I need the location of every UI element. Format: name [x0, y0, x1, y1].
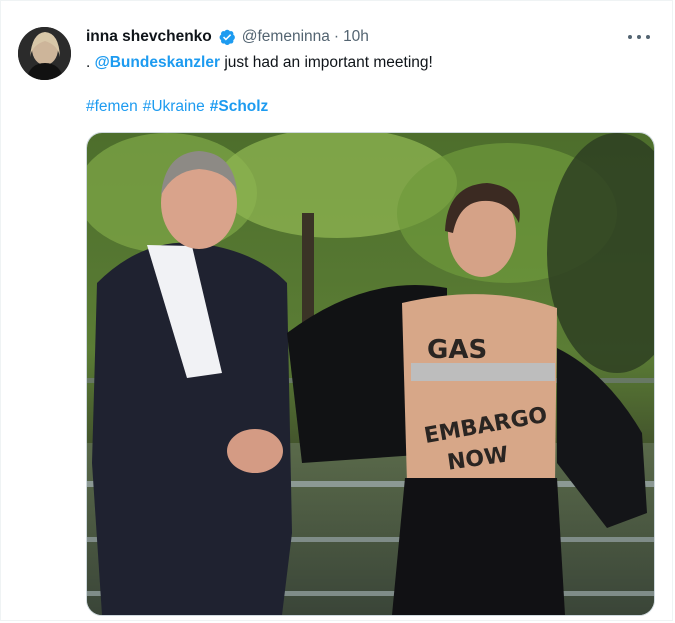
hashtag-femen[interactable]: #femen — [86, 98, 138, 115]
hashtag-scholz[interactable]: #Scholz — [210, 98, 269, 115]
text-body: just had an important meeting! — [224, 54, 433, 71]
tweet-text: . @Bundeskanzler just had an important m… — [86, 53, 433, 73]
user-handle[interactable]: @femeninna — [242, 28, 330, 46]
hashtag-ukraine[interactable]: #Ukraine — [143, 98, 205, 115]
tweet-header: inna shevchenko @femeninna · 10h — [86, 28, 369, 46]
avatar-image — [18, 27, 71, 80]
photo-image: GAS EMBARGO NOW — [87, 133, 654, 615]
body-text-gas: GAS — [427, 335, 487, 365]
tweet-card[interactable]: inna shevchenko @femeninna · 10h . @Bund… — [0, 0, 673, 621]
display-name[interactable]: inna shevchenko — [86, 28, 212, 46]
avatar[interactable] — [18, 27, 71, 80]
tweet-photo[interactable]: GAS EMBARGO NOW — [86, 132, 655, 616]
timestamp[interactable]: 10h — [343, 28, 369, 46]
more-options-icon[interactable] — [628, 27, 650, 47]
separator-dot: · — [333, 28, 340, 45]
verified-badge-icon — [218, 28, 236, 46]
text-prefix: . — [86, 54, 91, 71]
hashtags: #femen #Ukraine #Scholz — [86, 97, 273, 117]
mention-link[interactable]: @Bundeskanzler — [95, 54, 220, 71]
